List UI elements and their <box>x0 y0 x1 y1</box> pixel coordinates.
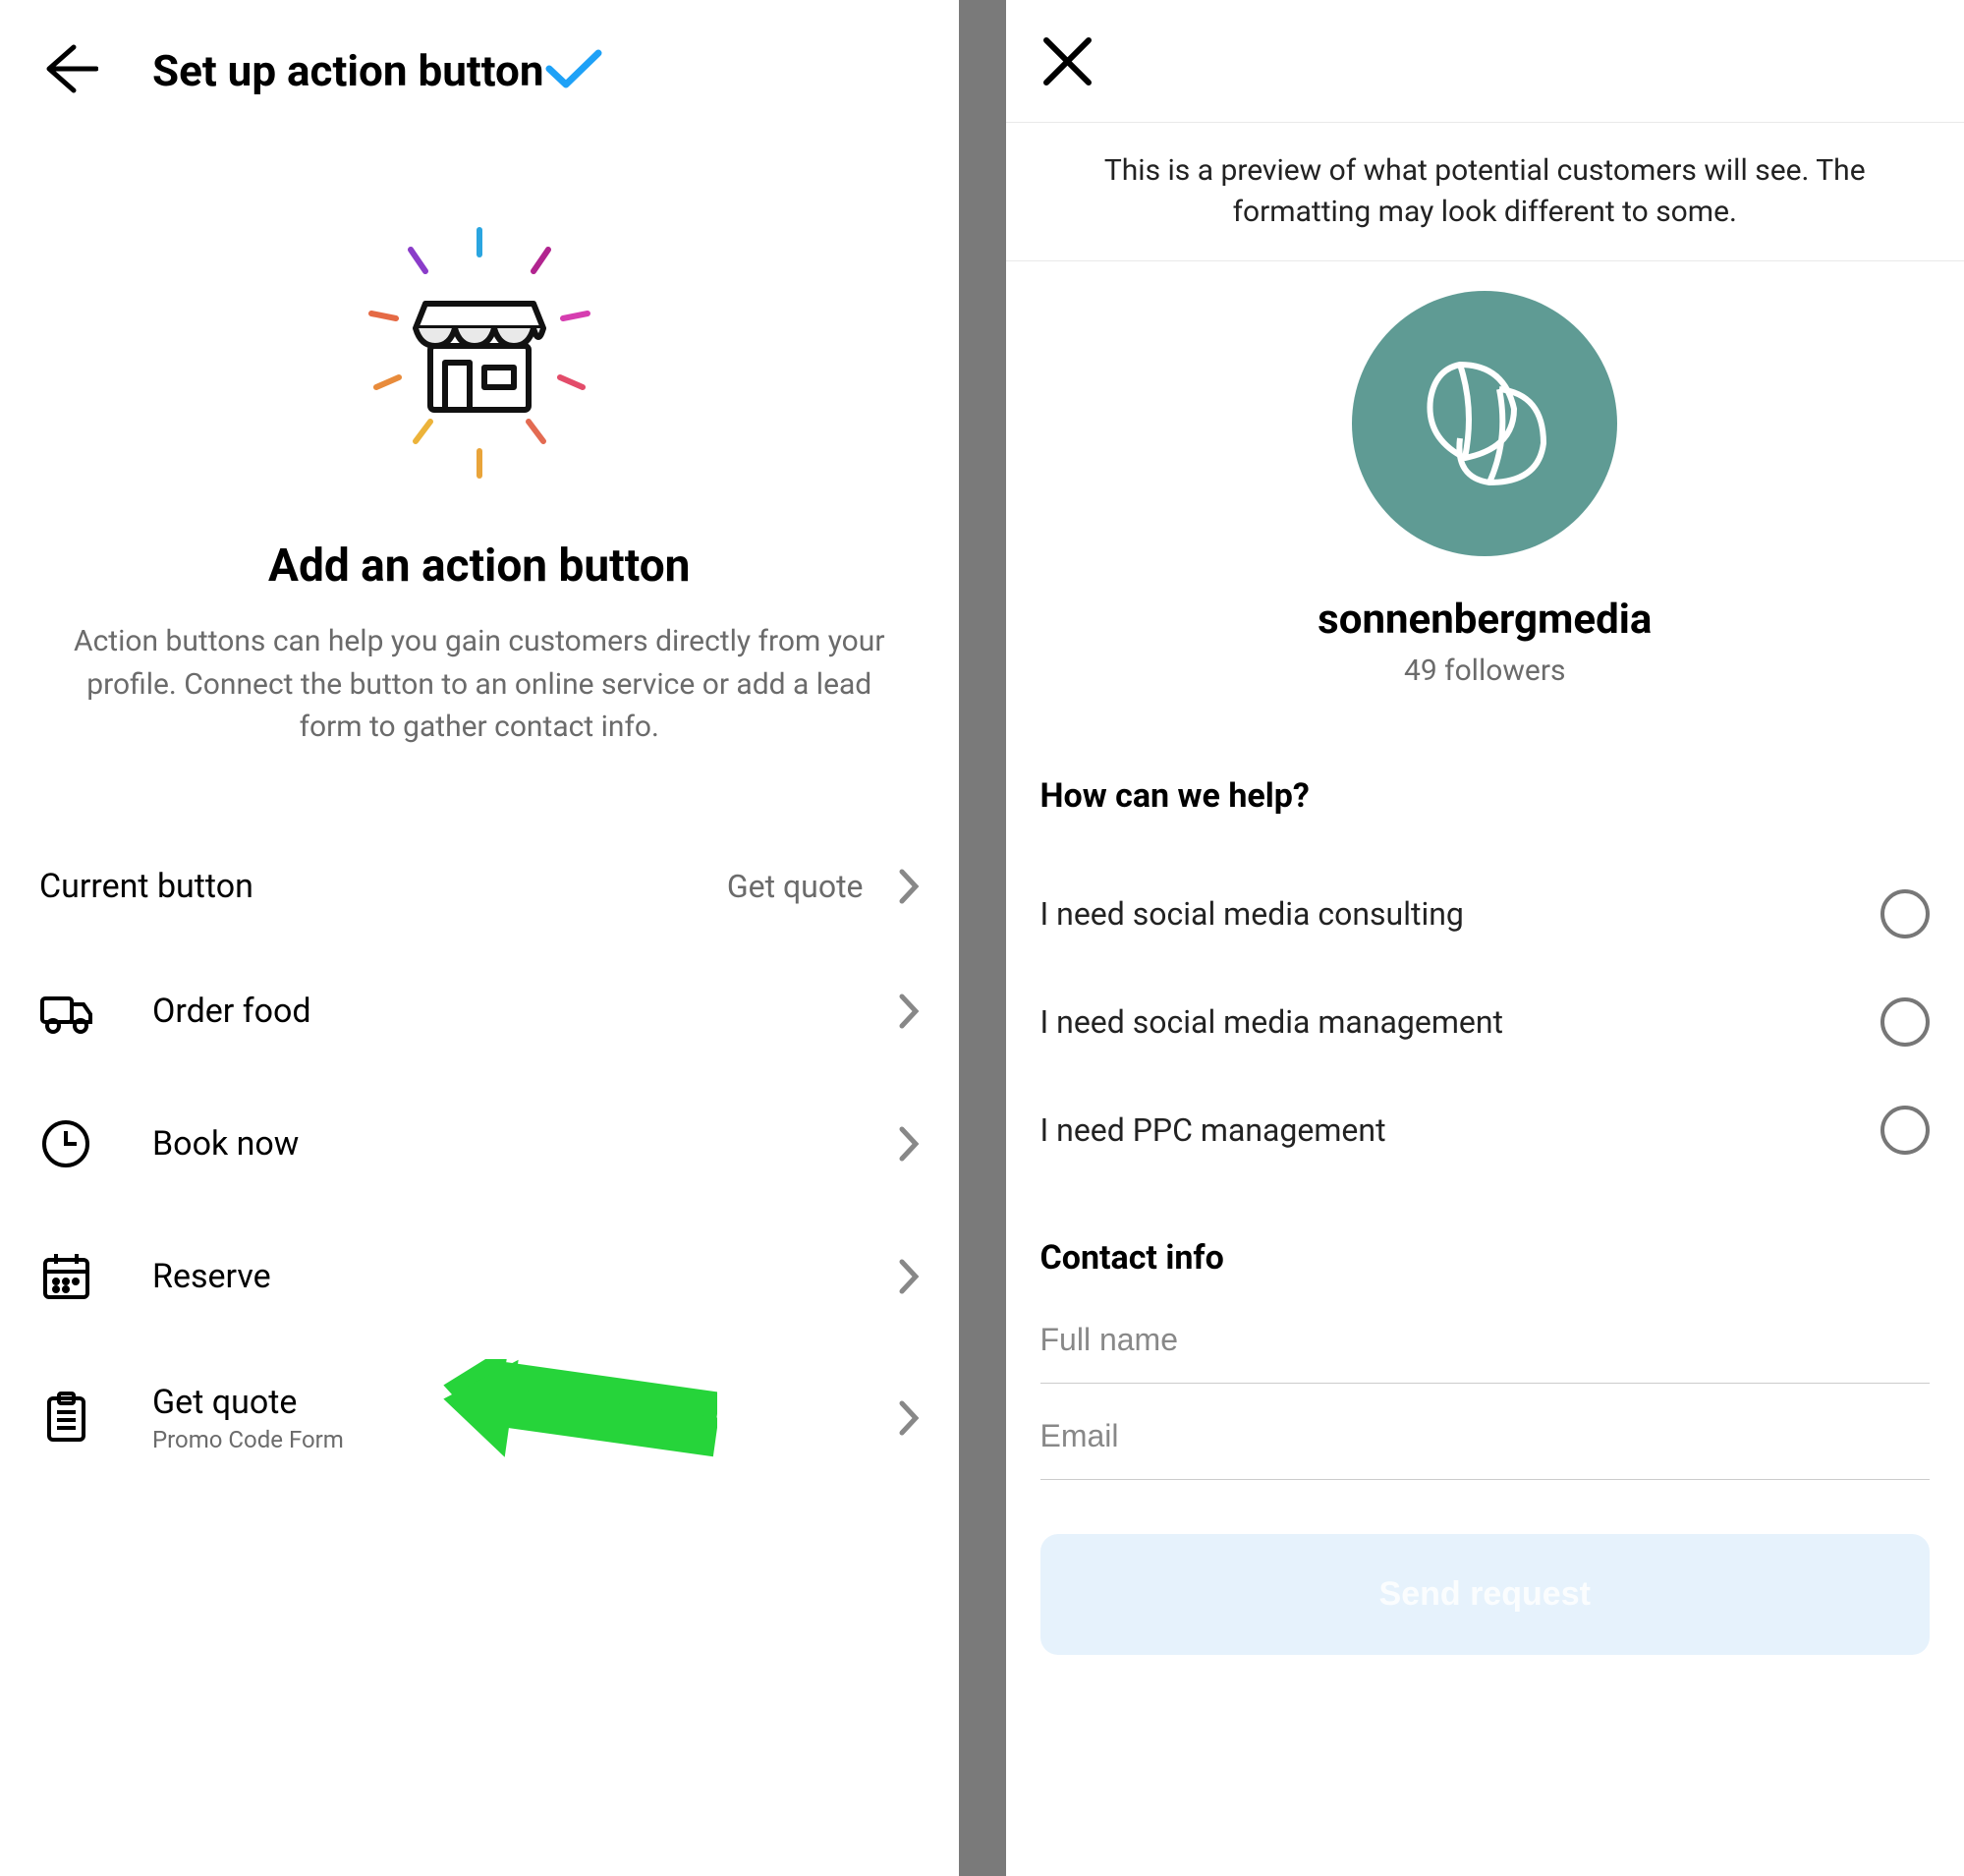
preview-pane: This is a preview of what potential cust… <box>1006 0 1964 1876</box>
profile-block: sonnenbergmedia 49 followers <box>1006 261 1964 742</box>
help-option[interactable]: I need social media management <box>1040 968 1931 1076</box>
username: sonnenbergmedia <box>1006 596 1964 644</box>
top-bar: Set up action button <box>0 0 959 132</box>
option-sublabel: Promo Code Form <box>152 1426 344 1453</box>
calendar-icon <box>39 1250 93 1304</box>
option-label: Reserve <box>152 1257 271 1296</box>
option-label: Get quote <box>152 1383 344 1422</box>
chevron-right-icon <box>898 868 920 905</box>
chevron-right-icon <box>898 993 920 1030</box>
help-option[interactable]: I need social media consulting <box>1040 860 1931 968</box>
lead-form: How can we help? I need social media con… <box>1006 742 1964 1655</box>
close-icon[interactable] <box>1040 74 1094 92</box>
hero-section: Add an action button Action buttons can … <box>0 132 959 749</box>
clipboard-icon <box>39 1391 93 1445</box>
preview-note: This is a preview of what potential cust… <box>1006 123 1964 261</box>
hero-description: Action buttons can help you gain custome… <box>59 620 900 749</box>
option-order-food[interactable]: Order food <box>39 945 920 1078</box>
option-text: I need PPC management <box>1040 1111 1386 1149</box>
option-reserve[interactable]: Reserve <box>39 1211 920 1343</box>
clock-icon <box>39 1117 93 1171</box>
help-option[interactable]: I need PPC management <box>1040 1076 1931 1184</box>
fullname-field[interactable] <box>1040 1287 1931 1384</box>
radio-icon <box>1880 889 1930 938</box>
current-button-label: Current button <box>39 867 253 906</box>
current-button-value: Get quote <box>727 868 864 905</box>
back-icon[interactable] <box>39 39 98 102</box>
action-button-setup-pane: Set up action button <box>0 0 959 1876</box>
contact-heading: Contact info <box>1040 1238 1931 1278</box>
annotation-arrow-icon <box>442 1359 717 1477</box>
current-button-row[interactable]: Current button Get quote <box>39 827 920 945</box>
preview-top-bar <box>1006 0 1964 123</box>
truck-icon <box>39 985 93 1039</box>
storefront-icon <box>59 220 900 485</box>
option-book-now[interactable]: Book now <box>39 1078 920 1211</box>
email-field[interactable] <box>1040 1384 1931 1480</box>
radio-icon <box>1880 1106 1930 1155</box>
option-text: I need social media consulting <box>1040 895 1464 933</box>
help-heading: How can we help? <box>1040 776 1931 816</box>
option-text: I need social media management <box>1040 1003 1504 1041</box>
hero-title: Add an action button <box>59 540 900 593</box>
confirm-check-icon[interactable] <box>544 47 603 95</box>
option-label: Book now <box>152 1124 299 1164</box>
chevron-right-icon <box>898 1399 920 1437</box>
chevron-right-icon <box>898 1258 920 1295</box>
avatar <box>1352 291 1617 556</box>
follower-count: 49 followers <box>1006 654 1964 688</box>
send-request-button[interactable]: Send request <box>1040 1534 1931 1655</box>
chevron-right-icon <box>898 1125 920 1163</box>
radio-icon <box>1880 997 1930 1047</box>
option-label: Order food <box>152 992 311 1031</box>
page-title: Set up action button <box>152 45 544 96</box>
options-list: Current button Get quote Order food Book… <box>0 749 959 1493</box>
option-get-quote[interactable]: Get quote Promo Code Form <box>39 1343 920 1493</box>
